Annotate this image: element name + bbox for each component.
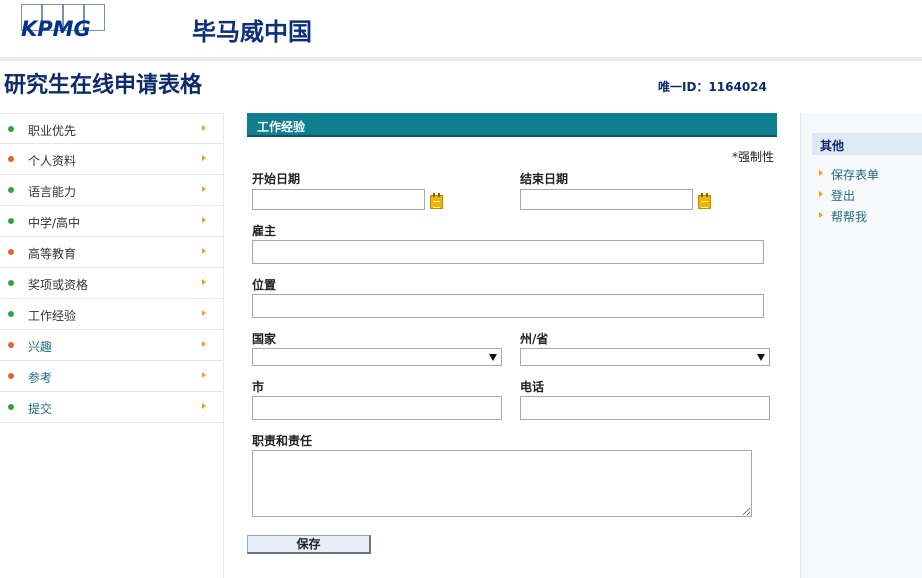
city-input[interactable] bbox=[252, 396, 502, 420]
caret-down-icon bbox=[489, 354, 497, 361]
sidebar-item-submit[interactable]: 提交 bbox=[0, 392, 223, 423]
chevron-right-icon bbox=[202, 403, 206, 409]
section-title: 工作经验 bbox=[257, 120, 306, 134]
brand-name: 毕马威中国 bbox=[192, 18, 312, 46]
save-button[interactable]: 保存 bbox=[247, 535, 371, 554]
sidebar-item-label: 奖项或资格 bbox=[28, 278, 89, 292]
logout-link[interactable]: 登出 bbox=[819, 187, 855, 204]
kpmg-logo: KPMG bbox=[21, 4, 111, 44]
chevron-right-icon bbox=[819, 191, 823, 197]
calendar-icon[interactable] bbox=[430, 193, 443, 209]
sidebar-item-label: 个人资料 bbox=[28, 154, 77, 168]
sidebar-item-high-school[interactable]: 中学/高中 bbox=[0, 206, 223, 237]
sidebar-item-higher-education[interactable]: 高等教育 bbox=[0, 237, 223, 268]
sidebar-item-label: 职业优先 bbox=[28, 124, 77, 138]
save-form-link[interactable]: 保存表单 bbox=[819, 166, 879, 183]
employer-input[interactable] bbox=[252, 240, 764, 264]
responsibilities-label: 职责和责任 bbox=[252, 434, 313, 448]
required-note: *强制性 bbox=[732, 150, 775, 164]
status-dot-icon bbox=[8, 342, 14, 348]
title-row: 研究生在线申请表格 唯一ID：1164024 bbox=[0, 61, 922, 111]
page-title: 研究生在线申请表格 bbox=[4, 73, 203, 98]
chevron-right-icon bbox=[202, 310, 206, 316]
chevron-right-icon bbox=[202, 186, 206, 192]
chevron-right-icon bbox=[202, 248, 206, 254]
unique-id: 唯一ID：1164024 bbox=[658, 80, 767, 94]
position-input[interactable] bbox=[252, 294, 764, 318]
sidebar-item-references[interactable]: 参考 bbox=[0, 361, 223, 392]
chevron-right-icon bbox=[202, 217, 206, 223]
sidebar-item-personal-info[interactable]: 个人资料 bbox=[0, 144, 223, 175]
state-label: 州/省 bbox=[520, 332, 549, 346]
city-label: 市 bbox=[252, 380, 265, 394]
status-dot-icon bbox=[8, 249, 14, 255]
sidebar-item-awards[interactable]: 奖项或资格 bbox=[0, 268, 223, 299]
end-date-input[interactable] bbox=[520, 189, 693, 210]
employer-label: 雇主 bbox=[252, 224, 277, 238]
status-dot-icon bbox=[8, 126, 14, 132]
sidebar-item-label: 语言能力 bbox=[28, 185, 77, 199]
calendar-icon[interactable] bbox=[698, 193, 711, 209]
chevron-right-icon bbox=[202, 125, 206, 131]
responsibilities-textarea[interactable] bbox=[252, 450, 752, 517]
start-date-label: 开始日期 bbox=[252, 172, 301, 186]
status-dot-icon bbox=[8, 404, 14, 410]
status-dot-icon bbox=[8, 187, 14, 193]
status-dot-icon bbox=[8, 280, 14, 286]
sidebar-nav: 职业优先 个人资料 语言能力 中学/高中 高等教育 奖项或资格 工作经验 兴趣 bbox=[0, 113, 224, 578]
right-sidebar-header: 其他 bbox=[812, 133, 922, 155]
position-label: 位置 bbox=[252, 278, 277, 292]
chevron-right-icon bbox=[202, 155, 206, 161]
status-dot-icon bbox=[8, 373, 14, 379]
country-select[interactable] bbox=[252, 348, 502, 366]
chevron-right-icon bbox=[202, 279, 206, 285]
phone-input[interactable] bbox=[520, 396, 770, 420]
end-date-label: 结束日期 bbox=[520, 172, 569, 186]
phone-label: 电话 bbox=[520, 380, 545, 394]
logo-text: KPMG bbox=[21, 17, 91, 41]
sidebar-item-career-preference[interactable]: 职业优先 bbox=[0, 113, 223, 144]
status-dot-icon bbox=[8, 156, 14, 162]
caret-down-icon bbox=[757, 354, 765, 361]
sidebar-item-label: 提交 bbox=[28, 402, 53, 416]
right-sidebar: 其他 保存表单 登出 帮帮我 bbox=[800, 113, 922, 578]
sidebar-item-language[interactable]: 语言能力 bbox=[0, 175, 223, 206]
help-link[interactable]: 帮帮我 bbox=[819, 208, 867, 225]
sidebar-item-label: 兴趣 bbox=[28, 340, 53, 354]
chevron-right-icon bbox=[819, 170, 823, 176]
sidebar-item-label: 工作经验 bbox=[28, 309, 77, 323]
section-header: 工作经验 bbox=[247, 113, 777, 137]
sidebar-item-work-experience[interactable]: 工作经验 bbox=[0, 299, 223, 330]
chevron-right-icon bbox=[202, 341, 206, 347]
right-sidebar-title: 其他 bbox=[820, 139, 845, 153]
status-dot-icon bbox=[8, 218, 14, 224]
chevron-right-icon bbox=[202, 372, 206, 378]
sidebar-item-label: 中学/高中 bbox=[28, 216, 81, 230]
country-label: 国家 bbox=[252, 332, 277, 346]
status-dot-icon bbox=[8, 311, 14, 317]
sidebar-item-label: 高等教育 bbox=[28, 247, 77, 261]
sidebar-item-label: 参考 bbox=[28, 371, 53, 385]
start-date-input[interactable] bbox=[252, 189, 425, 210]
header: KPMG 毕马威中国 bbox=[0, 0, 922, 57]
chevron-right-icon bbox=[819, 212, 823, 218]
sidebar-item-interests[interactable]: 兴趣 bbox=[0, 330, 223, 361]
state-select[interactable] bbox=[520, 348, 770, 366]
